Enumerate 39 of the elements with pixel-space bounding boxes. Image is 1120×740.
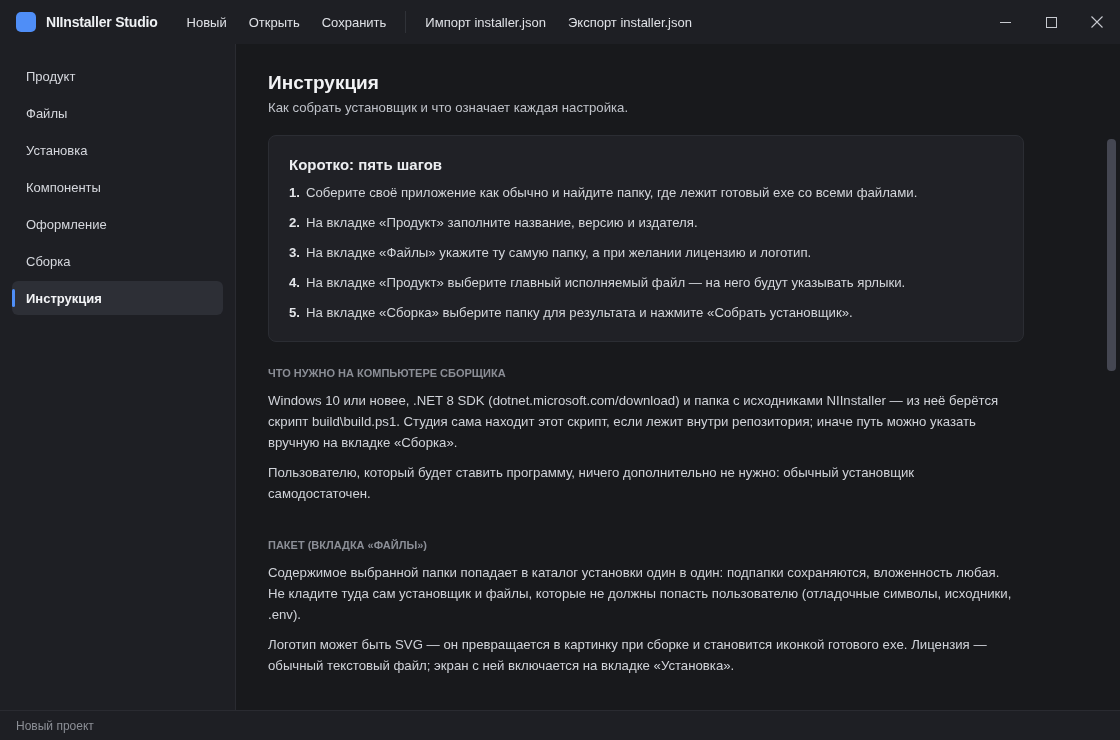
step-number: 3. [289, 244, 300, 262]
menu-button[interactable]: Импорт installer.json [414, 8, 557, 36]
sidebar-item[interactable]: Инструкция [12, 281, 223, 315]
paragraph: Содержимое выбранной папки попадает в каталог установки один в один: подпапки сохраняются, вложенность любая. Не кладите туда сам установщик и файлы, которые не должны попасть пользователю (отладочные символы, исходники, .env). [268, 564, 1013, 624]
menu-button[interactable]: Сохранить [310, 8, 398, 36]
sidebar-item[interactable]: Оформление [12, 207, 223, 241]
minimize-icon [999, 21, 1011, 23]
sidebar-item[interactable]: Сборка [12, 244, 223, 278]
step-text: На вкладке «Продукт» выберите главный исполняемый файл — на него будут указывать ярлыки. [306, 274, 906, 292]
menu-button[interactable]: Открыть [237, 8, 311, 36]
menu-button[interactable]: Новый [175, 8, 238, 36]
paragraph: Пользователю, который будет ставить программу, ничего дополнительно не нужно: обычный установщик самодостаточен. [268, 464, 916, 503]
close-icon [1091, 16, 1103, 28]
sidebar-item[interactable]: Файлы [12, 96, 223, 130]
menu-button[interactable]: Экспорт installer.json [556, 8, 703, 36]
step-text: На вкладке «Сборка» выберите папку для результата и нажмите «Собрать установщик». [306, 304, 853, 322]
maximize-icon [1045, 16, 1057, 28]
step-number: 2. [289, 214, 300, 232]
step-number: 4. [289, 274, 300, 292]
paragraph: Логотип может быть SVG — он превращается в картинку при сборке и становится иконкой готового exe. Лицензия — обычный текстовый файл; экран с ней включается на вкладке «Установка». [268, 636, 988, 675]
paragraph: Windows 10 или новее, .NET 8 SDK (dotnet.microsoft.com/download) и папка с исходниками NIInstaller — из неё берётся скрипт build\build.ps1. Студия сама находит этот скрипт, если лежит внутри репозитория; иначе путь можно указать вручную на вкладке «Сборка». [268, 392, 1000, 452]
page-title: Инструкция [268, 71, 380, 95]
step-text: На вкладке «Продукт» заполните название, версию и издателя. [306, 214, 698, 232]
page-subtitle: Как собрать установщик и что означает каждая настройка. [268, 99, 630, 117]
sidebar-item[interactable]: Установка [12, 133, 223, 167]
app-logo-icon [16, 12, 36, 32]
step-text: На вкладке «Файлы» укажите ту самую папку, а при желании лицензию и логотип. [306, 244, 812, 262]
sidebar-item[interactable]: Продукт [12, 59, 223, 93]
step-number: 1. [289, 184, 300, 202]
section-heading: ЧТО НУЖНО НА КОМПЬЮТЕРЕ СБОРЩИКА [268, 366, 507, 381]
scrollbar-thumb[interactable] [1107, 139, 1116, 371]
step-text: Соберите своё приложение как обычно и найдите папку, где лежит готовый exe со всеми файлами. [306, 184, 918, 202]
status-text: Новый проект [16, 718, 94, 733]
app-title: NIInstaller Studio [46, 14, 158, 30]
card-title: Коротко: пять шагов [289, 155, 444, 175]
section-heading: ПАКЕТ (ВКЛАДКА «ФАЙЛЫ») [268, 538, 428, 553]
selection-indicator-icon [12, 289, 15, 307]
sidebar-item[interactable]: Компоненты [12, 170, 223, 204]
step-number: 5. [289, 304, 300, 322]
